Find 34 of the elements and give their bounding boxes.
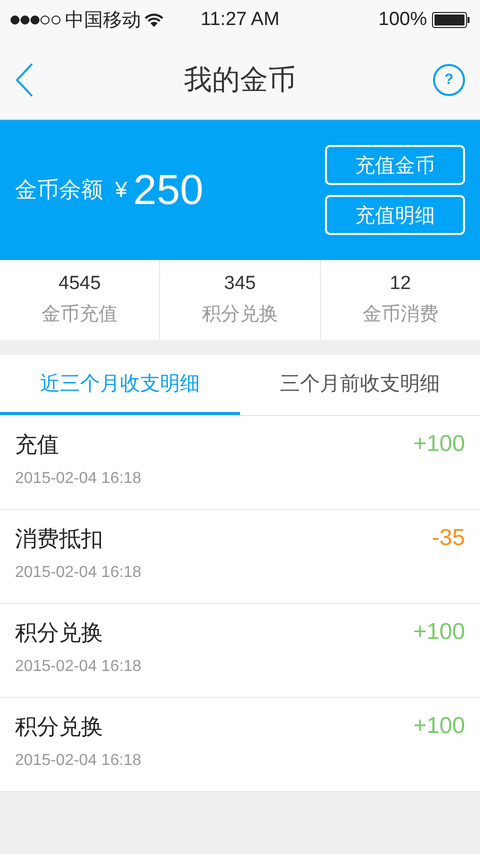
stat-label: 金币充值	[42, 303, 118, 327]
outline-button[interactable]: 充值金币	[325, 145, 465, 185]
tab[interactable]: 三个月前收支明细	[240, 355, 480, 415]
stat-label: 积分兑换	[202, 303, 278, 327]
carrier-name: 中国移动	[65, 9, 141, 33]
stat-value: 12	[390, 273, 411, 295]
currency-symbol: ¥	[115, 177, 128, 203]
record-title: 消费抵扣	[15, 525, 104, 553]
battery-percent: 100%	[378, 9, 427, 31]
record-time: 2015-02-04 16:18	[15, 658, 142, 676]
stat-value: 345	[224, 273, 256, 295]
wifi-icon	[144, 12, 164, 28]
battery-icon	[432, 12, 470, 28]
signal-icon	[10, 15, 62, 25]
status-time: 11:27 AM	[200, 9, 280, 31]
outline-button[interactable]: 充值明细	[325, 195, 465, 235]
record-title: 积分兑换	[15, 713, 104, 741]
back-button[interactable]	[15, 62, 35, 96]
stat-value: 4545	[58, 273, 101, 295]
record-title: 积分兑换	[15, 619, 104, 647]
record-amount: +100	[413, 430, 465, 458]
record-title: 充值	[15, 431, 60, 459]
page-title: 我的金币	[184, 62, 296, 96]
stat-label: 金币消费	[362, 303, 438, 327]
balance-label: 金币余额	[15, 176, 103, 204]
record-time: 2015-02-04 16:18	[15, 470, 142, 488]
record-time: 2015-02-04 16:18	[15, 752, 142, 770]
record-amount: +100	[413, 618, 465, 646]
help-button[interactable]: ?	[433, 64, 465, 96]
back-icon	[15, 62, 35, 96]
record-amount: +100	[413, 712, 465, 740]
record-amount: -35	[432, 524, 465, 552]
balance-amount: 250	[133, 166, 204, 214]
record-time: 2015-02-04 16:18	[15, 564, 142, 582]
